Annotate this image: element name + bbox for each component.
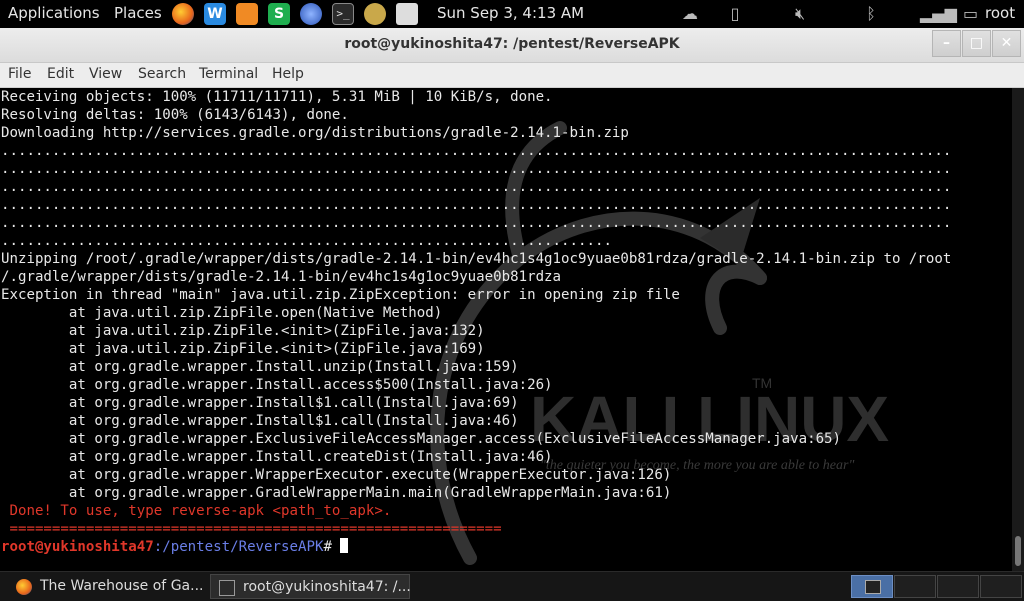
shell-prompt[interactable]: root@yukinoshita47:/pentest/ReverseAPK# (1, 538, 349, 556)
task-label: The Warehouse of Ga... (40, 578, 204, 594)
terminal-icon (219, 580, 235, 596)
menu-search[interactable]: Search (138, 66, 186, 82)
terminal-scrollbar[interactable] (1012, 88, 1024, 571)
terminal-line: at org.gradle.wrapper.Install.createDist… (1, 449, 553, 465)
user-menu[interactable]: root (985, 4, 1015, 22)
bottom-taskbar: The Warehouse of Ga... root@yukinoshita4… (0, 571, 1024, 601)
terminal-line: ........................................… (1, 143, 952, 159)
window-titlebar[interactable]: root@yukinoshita47: /pentest/ReverseAPK … (0, 28, 1024, 63)
workspace-window-icon (865, 580, 881, 594)
terminal-line: at org.gradle.wrapper.Install.access$500… (1, 377, 553, 393)
window-title: root@yukinoshita47: /pentest/ReverseAPK (344, 36, 680, 52)
terminal-line: at org.gradle.wrapper.Install$1.call(Ins… (1, 395, 519, 411)
menu-file[interactable]: File (8, 66, 31, 82)
task-firefox[interactable]: The Warehouse of Ga... (8, 574, 204, 599)
terminal-line: at org.gradle.wrapper.ExclusiveFileAcces… (1, 431, 842, 447)
terminal-line: Exception in thread "main" java.util.zip… (1, 287, 680, 303)
workspace-3[interactable] (937, 575, 979, 598)
menu-edit[interactable]: Edit (47, 66, 74, 82)
menu-view[interactable]: View (89, 66, 122, 82)
firefox-icon (16, 579, 32, 595)
terminal-line: at org.gradle.wrapper.WrapperExecutor.ex… (1, 467, 672, 483)
terminal-area[interactable]: KALI LINUX TM "the quieter you become, t… (0, 88, 1012, 571)
terminal-line: ........................................… (1, 215, 952, 231)
workspace-2[interactable] (894, 575, 936, 598)
top-panel: Applications Places W S >_ Sun Sep 3, 4:… (0, 0, 1024, 28)
done-message: Done! To use, type reverse-apk <path_to_… (1, 503, 392, 519)
applications-menu[interactable]: Applications (8, 4, 100, 22)
terminal-line: Resolving deltas: 100% (6143/6143), done… (1, 107, 349, 123)
terminal-line: at org.gradle.wrapper.Install.unzip(Inst… (1, 359, 519, 375)
volume-muted-icon[interactable]: 🔇︎ (789, 3, 811, 25)
minimize-button[interactable]: – (932, 30, 961, 57)
writer-launcher-icon[interactable]: W (204, 3, 226, 25)
terminal-launcher-icon[interactable]: >_ (332, 3, 354, 25)
prompt-path: :/pentest/ReverseAPK (153, 539, 324, 555)
chat-icon[interactable]: ▭ (963, 3, 978, 25)
terminal-line: at java.util.zip.ZipFile.open(Native Met… (1, 305, 443, 321)
task-label: root@yukinoshita47: /... (243, 579, 411, 595)
menu-help[interactable]: Help (272, 66, 304, 82)
terminal-line: at org.gradle.wrapper.Install$1.call(Ins… (1, 413, 519, 429)
task-terminal[interactable]: root@yukinoshita47: /... (210, 574, 411, 599)
terminal-line: at org.gradle.wrapper.GradleWrapperMain.… (1, 485, 672, 501)
terminal-line: ........................................… (1, 197, 952, 213)
network-launcher-icon[interactable] (300, 3, 322, 25)
prompt-symbol: # (323, 539, 341, 555)
weather-icon[interactable]: ☁ (679, 3, 701, 25)
bluetooth-icon[interactable]: ᛒ (860, 3, 882, 25)
battery-icon[interactable]: ▯ (724, 3, 746, 25)
firefox-launcher-icon[interactable] (172, 3, 194, 25)
workspace-1[interactable] (851, 575, 893, 598)
terminal-line: at java.util.zip.ZipFile.<init>(ZipFile.… (1, 323, 485, 339)
screenshot-launcher-icon[interactable] (396, 3, 418, 25)
terminal-line: Downloading http://services.gradle.org/d… (1, 125, 629, 141)
watermark-tm: TM (752, 375, 772, 391)
terminal-line: at java.util.zip.ZipFile.<init>(ZipFile.… (1, 341, 485, 357)
menu-terminal[interactable]: Terminal (199, 66, 258, 82)
spreadsheet-launcher-icon[interactable]: S (268, 3, 290, 25)
scrollbar-thumb[interactable] (1015, 536, 1021, 566)
clock[interactable]: Sun Sep 3, 4:13 AM (437, 4, 584, 22)
terminal-line: Unzipping /root/.gradle/wrapper/dists/gr… (1, 251, 952, 267)
terminal-line: /.gradle/wrapper/dists/gradle-2.14.1-bin… (1, 269, 562, 285)
text-cursor (340, 538, 349, 553)
signal-icon[interactable]: ▂▄▆ (920, 3, 957, 25)
terminal-line: ........................................… (1, 233, 612, 249)
close-button[interactable]: ✕ (992, 30, 1021, 57)
menubar: File Edit View Search Terminal Help (0, 63, 1024, 88)
separator-line: ========================================… (1, 521, 502, 537)
mascot-launcher-icon[interactable] (364, 3, 386, 25)
sublime-launcher-icon[interactable] (236, 3, 258, 25)
places-menu[interactable]: Places (114, 4, 162, 22)
maximize-button[interactable]: □ (962, 30, 991, 57)
terminal-line: ........................................… (1, 161, 952, 177)
prompt-user: root@yukinoshita47 (1, 539, 154, 555)
terminal-line: ........................................… (1, 179, 952, 195)
terminal-line: Receiving objects: 100% (11711/11711), 5… (1, 89, 553, 105)
workspace-4[interactable] (980, 575, 1022, 598)
